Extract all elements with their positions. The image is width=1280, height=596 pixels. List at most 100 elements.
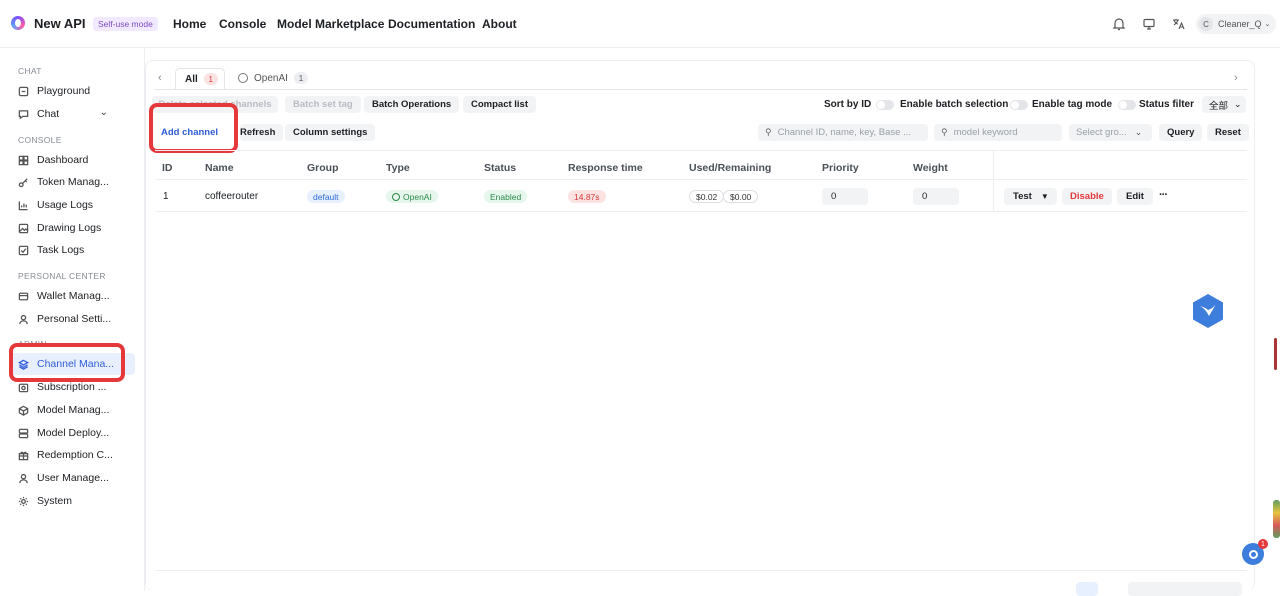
sidebar-item-model-deploy[interactable]: Model Deploy... [10,422,135,444]
more-options-icon[interactable]: ··· [1159,189,1168,201]
sidebar-item-drawing-logs[interactable]: Drawing Logs [10,217,135,239]
sidebar-item-wallet[interactable]: Wallet Manag... [10,285,135,307]
nav-console[interactable]: Console [219,17,266,31]
app-logo-icon[interactable] [11,16,25,30]
tab-all[interactable]: All 1 [175,68,225,90]
sidebar-item-personal-settings[interactable]: Personal Setti... [10,308,135,330]
tab-count-badge: 1 [203,73,218,85]
response-time-badge: 14.87s [568,190,606,203]
sidebar-section-admin: ADMIN [18,339,47,349]
translate-icon[interactable] [1171,17,1185,31]
tab-openai[interactable]: OpenAI 1 [238,72,308,84]
caret-down-icon[interactable]: ▼ [1041,192,1049,201]
gift-icon [18,450,29,461]
group-select[interactable]: Select gro... ⌄ [1069,124,1152,141]
sidebar-item-label: Chat [37,108,60,120]
nav-home[interactable]: Home [173,17,206,31]
pagination-current[interactable] [1076,582,1098,596]
page-size-select[interactable] [1128,582,1242,596]
gear-icon [18,496,29,507]
status-filter-select[interactable]: 全部 ⌄ [1202,96,1246,113]
playground-icon [18,86,29,97]
server-icon [18,428,29,439]
image-icon [18,223,29,234]
sidebar-item-system[interactable]: System [10,490,135,512]
app-name[interactable]: New API [34,16,86,31]
dashboard-icon [18,155,29,166]
model-placeholder: model keyword [953,127,1018,138]
sidebar-item-label: Redemption C... [37,449,113,461]
priority-input[interactable]: 0 [822,188,868,205]
tabs-scroll-right-icon[interactable]: › [1234,72,1238,84]
chevron-down-icon: ⌄ [1134,127,1143,137]
batch-set-tag-button[interactable]: Batch set tag [285,96,361,113]
search-icon: ⚲ [941,127,948,137]
user-menu[interactable]: C Cleaner_Q ⌄ [1196,14,1276,34]
chat-icon [18,109,29,120]
edit-button[interactable]: Edit [1117,188,1153,205]
delete-selected-button[interactable]: Delete selected channels [152,96,278,113]
column-header-id[interactable]: ID [162,162,173,174]
openai-icon [392,192,400,201]
sidebar-item-channel[interactable]: Channel Mana... [10,353,135,375]
sidebar-item-label: Subscription ... [37,381,107,393]
model-keyword-input[interactable]: ⚲ model keyword [934,124,1062,141]
add-channel-button[interactable]: Add channel [153,124,227,141]
nav-about[interactable]: About [482,17,517,31]
nav-documentation[interactable]: Documentation [388,17,475,31]
reset-button[interactable]: Reset [1207,124,1249,141]
sidebar-item-playground[interactable]: Playground [10,80,135,102]
compact-list-button[interactable]: Compact list [463,96,537,113]
sidebar-item-token[interactable]: Token Manag... [10,171,135,193]
column-header-response-time[interactable]: Response time [568,162,643,174]
floating-bird-icon[interactable] [1191,293,1225,329]
sidebar-item-dashboard[interactable]: Dashboard [10,149,135,171]
column-header-status[interactable]: Status [484,162,516,174]
group-placeholder: Select gro... [1076,127,1127,138]
monitor-icon[interactable] [1142,17,1156,31]
batch-selection-toggle[interactable] [1010,100,1028,110]
sidebar-item-usage-logs[interactable]: Usage Logs [10,194,135,216]
sidebar-section-personal: PERSONAL CENTER [18,271,106,281]
tabs-scroll-left-icon[interactable]: ‹ [158,72,162,84]
column-header-type[interactable]: Type [386,162,410,174]
search-input[interactable]: ⚲ Channel ID, name, key, Base ... [758,124,928,141]
tab-label: OpenAI [254,72,288,84]
user-name: Cleaner_Q [1218,19,1262,29]
column-header-used-remaining[interactable]: Used/Remaining [689,162,771,174]
search-placeholder: Channel ID, name, key, Base ... [777,127,912,138]
layers-icon [18,359,29,370]
column-settings-button[interactable]: Column settings [285,124,376,141]
remaining-amount-badge: $0.00 [723,190,759,203]
bell-icon[interactable] [1112,17,1126,31]
footer-divider [155,570,1247,571]
sidebar-item-task-logs[interactable]: Task Logs [10,239,135,261]
disable-button[interactable]: Disable [1062,188,1112,205]
query-button[interactable]: Query [1159,124,1203,141]
sidebar-item-redemption[interactable]: Redemption C... [10,444,135,466]
column-header-group[interactable]: Group [307,162,339,174]
sort-by-id-toggle[interactable] [876,100,894,110]
used-amount-badge: $0.02 [689,190,725,203]
weight-input[interactable]: 0 [913,188,959,205]
sidebar-item-model-manage[interactable]: Model Manag... [10,399,135,421]
sidebar-section-chat: CHAT [18,66,42,76]
batch-selection-label: Enable batch selection [900,99,1009,110]
test-button[interactable]: Test ▼ [1004,188,1057,205]
refresh-button[interactable]: Refresh [240,124,284,141]
batch-operations-button[interactable]: Batch Operations [364,96,460,113]
avatar: C [1199,17,1213,31]
column-header-weight[interactable]: Weight [913,162,948,174]
tag-mode-toggle[interactable] [1118,100,1136,110]
chevron-down-icon[interactable]: ⌄ [100,107,108,118]
column-header-name[interactable]: Name [205,162,234,174]
sidebar-item-chat[interactable]: Chat ⌄ [10,103,135,125]
status-badge: Enabled [484,190,528,203]
nav-marketplace[interactable]: Model Marketplace [277,17,384,31]
sidebar-item-subscription[interactable]: Subscription ... [10,376,135,398]
sidebar-item-label: Playground [37,85,91,97]
search-icon: ⚲ [765,127,772,137]
sidebar-item-user-manage[interactable]: User Manage... [10,467,135,489]
sort-by-id-label: Sort by ID [824,99,872,110]
column-header-priority[interactable]: Priority [822,162,859,174]
